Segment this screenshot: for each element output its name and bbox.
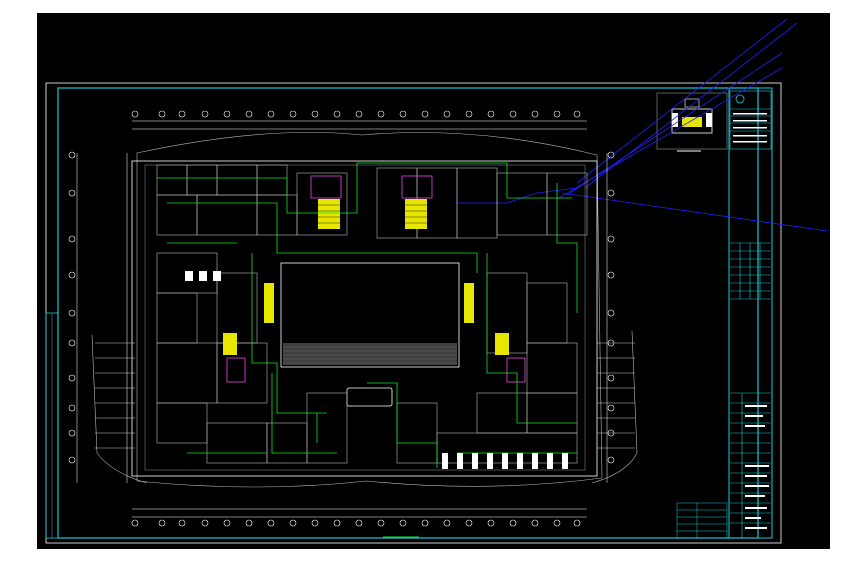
equipment-blocks: [185, 271, 568, 469]
company-logo: [735, 94, 745, 104]
grid-axes-top: [76, 120, 608, 518]
key-plan-inset: [656, 92, 728, 152]
sheet-inner-frame: [57, 87, 759, 539]
pipework: [157, 162, 578, 468]
stairs: [223, 199, 509, 355]
central-atrium: [280, 262, 460, 407]
building-outline: [91, 132, 638, 488]
legend-table: [676, 502, 728, 539]
drawing-canvas[interactable]: [37, 13, 830, 549]
room-walls: [156, 164, 588, 464]
cad-viewport[interactable]: [37, 13, 830, 549]
title-block: [728, 87, 773, 539]
sheet-outer-frame: [45, 82, 782, 544]
